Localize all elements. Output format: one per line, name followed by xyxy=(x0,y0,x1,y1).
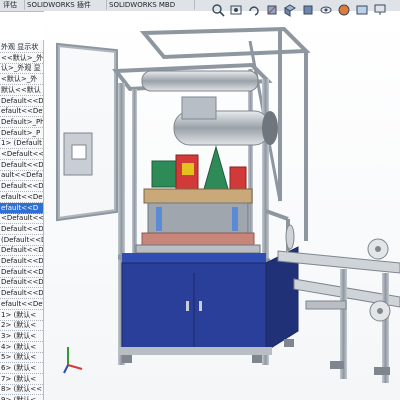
scene-icon[interactable] xyxy=(354,3,370,17)
monitor-icon[interactable] xyxy=(372,3,388,17)
tab-solidworks-mbd[interactable]: SOLIDWORKS MBD xyxy=(106,0,195,10)
right-guard xyxy=(265,209,295,251)
hide-show-icon[interactable] xyxy=(318,3,334,17)
heads-up-view-toolbar xyxy=(210,1,398,21)
feature-manager-tree: 外观 显示状<<默认>_外观 显示认>_外观 显<默认>_外默认<<默认Defa… xyxy=(0,40,44,400)
section-view-icon[interactable] xyxy=(264,3,280,17)
coordinate-triad xyxy=(62,345,86,375)
material-rollers xyxy=(141,70,278,146)
view-orientation-icon[interactable] xyxy=(282,3,298,17)
search-icon[interactable] xyxy=(210,3,226,17)
forming-mechanism xyxy=(135,145,261,254)
tree-item[interactable]: 9> (默认< xyxy=(0,395,43,400)
assembly-model xyxy=(56,26,400,383)
base-cabinet xyxy=(118,246,299,363)
appearance-icon[interactable] xyxy=(336,3,352,17)
rotate-icon[interactable] xyxy=(246,3,262,17)
display-style-icon[interactable] xyxy=(300,3,316,17)
tab-solidworks-addins[interactable]: SOLIDWORKS 插件 xyxy=(24,0,107,10)
graphics-area[interactable] xyxy=(44,11,400,400)
tab-evaluate[interactable]: 评估 xyxy=(0,0,25,10)
left-guard-panel xyxy=(56,42,118,222)
hmi-screen xyxy=(71,144,87,160)
zoom-fit-icon[interactable] xyxy=(228,3,244,17)
